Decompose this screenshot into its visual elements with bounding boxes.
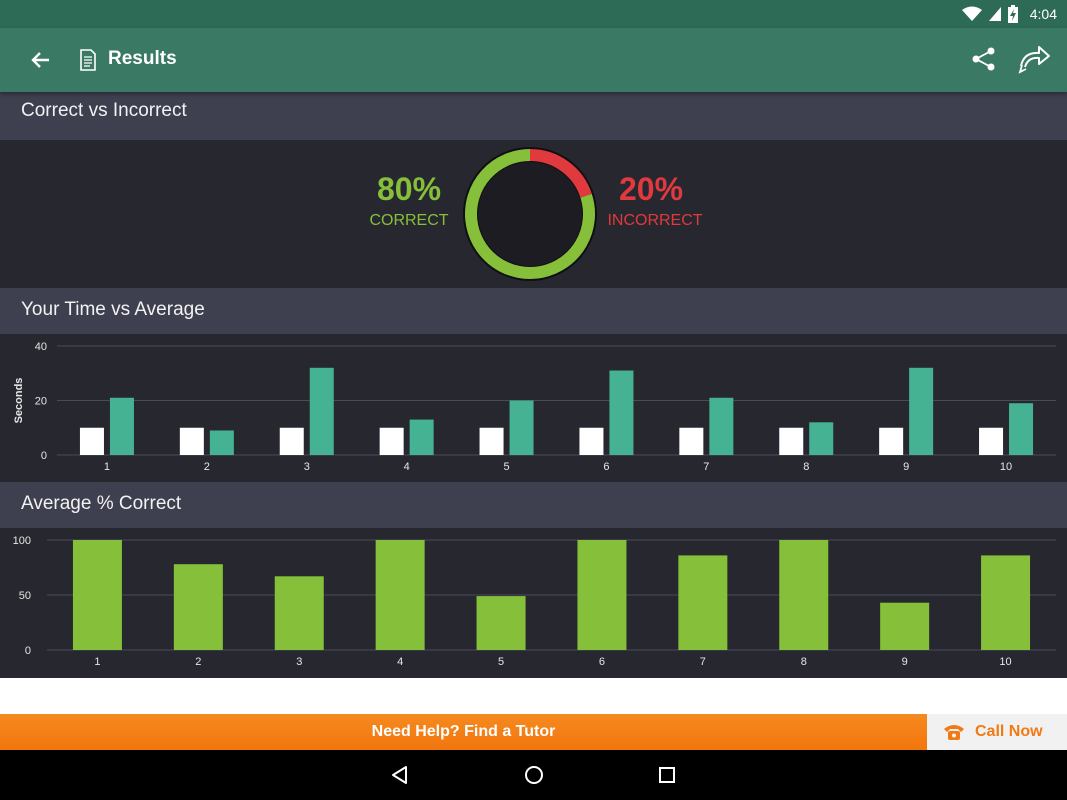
y-tick-label: 0 [41, 450, 47, 462]
call-now-button[interactable]: Call Now [927, 714, 1067, 750]
x-tick-label: 4 [404, 461, 410, 473]
bar [879, 427, 904, 455]
bar [173, 564, 223, 650]
correct-donut-chart [463, 147, 597, 281]
bar [375, 540, 425, 650]
x-tick-label: 3 [304, 461, 310, 473]
x-tick-label: 3 [296, 656, 302, 668]
y-tick-label: 0 [25, 645, 31, 657]
section-title: Your Time vs Average [21, 299, 205, 320]
average-correct-chart: 0 50 100 1 2 3 4 5 6 7 8 9 10 [13, 535, 1056, 668]
bar [72, 540, 122, 650]
y-tick-label: 40 [35, 341, 47, 353]
wifi-icon [961, 6, 982, 21]
y-tick-label: 50 [19, 590, 31, 602]
time-vs-average-chart: 0 20 40 Seconds 1 2 3 4 5 6 7 8 9 10 [13, 341, 1056, 473]
time-vs-average-header: Your Time vs Average [0, 288, 1067, 334]
average-correct-header: Average % Correct [0, 482, 1067, 528]
x-tick-label: 5 [498, 656, 504, 668]
bar [476, 596, 526, 650]
x-tick-label: 8 [801, 656, 807, 668]
bar [609, 370, 634, 455]
find-tutor-button[interactable]: Need Help? Find a Tutor [0, 714, 927, 750]
section-title: Average % Correct [21, 493, 182, 514]
bar [479, 427, 504, 455]
bar [309, 367, 334, 455]
y-tick-label: 100 [13, 535, 31, 547]
x-tick-label: 7 [700, 656, 706, 668]
correct-vs-incorrect-header: Correct vs Incorrect [0, 92, 1067, 140]
document-icon [80, 49, 96, 71]
bar [209, 430, 234, 455]
correct-percent: 80% [376, 171, 442, 207]
section-title: Correct vs Incorrect [21, 100, 187, 121]
bar [678, 555, 728, 650]
call-now-label: Call Now [975, 723, 1043, 740]
content-spacer [0, 678, 1067, 714]
correct-label: CORRECT [369, 212, 449, 229]
bar [909, 367, 934, 455]
bar [379, 427, 404, 455]
x-tick-label: 9 [903, 461, 909, 473]
x-tick-label: 1 [94, 656, 100, 668]
x-tick-label: 2 [195, 656, 201, 668]
bar [979, 427, 1004, 455]
bar [779, 540, 829, 650]
bar [577, 540, 627, 650]
bar [409, 419, 434, 455]
nav-recents-icon[interactable] [655, 764, 679, 786]
x-tick-label: 8 [803, 461, 809, 473]
bar [109, 397, 134, 455]
status-icons: 4:04 [961, 4, 1057, 24]
x-tick-label: 6 [603, 461, 609, 473]
phone-icon [944, 725, 964, 740]
find-tutor-label: Need Help? Find a Tutor [371, 723, 556, 740]
bar [679, 427, 704, 455]
x-tick-label: 2 [204, 461, 210, 473]
bar [809, 422, 834, 455]
arrow-back-icon[interactable] [28, 47, 54, 73]
bar [279, 427, 304, 455]
correct-vs-incorrect-panel: 80% CORRECT 20% INCORRECT [0, 140, 1067, 288]
donut-hole [478, 162, 582, 266]
average-correct-panel: 0 50 100 1 2 3 4 5 6 7 8 9 10 [0, 528, 1067, 678]
bar [79, 427, 104, 455]
bar [179, 427, 204, 455]
bar [709, 397, 734, 455]
y-axis-label: Seconds [13, 378, 25, 424]
signal-icon [988, 7, 1001, 21]
x-tick-label: 5 [503, 461, 509, 473]
page-title: Results [108, 48, 177, 69]
bar [509, 400, 534, 455]
x-tick-label: 9 [902, 656, 908, 668]
redo-arrow-icon[interactable] [1017, 42, 1051, 76]
x-tick-label: 1 [104, 461, 110, 473]
nav-back-icon[interactable] [388, 764, 412, 786]
x-tick-label: 4 [397, 656, 403, 668]
time-vs-average-panel: 0 20 40 Seconds 1 2 3 4 5 6 7 8 9 10 [0, 334, 1067, 482]
bar [880, 602, 930, 650]
nav-home-icon[interactable] [522, 764, 546, 786]
bar [981, 555, 1031, 650]
battery-charging-icon [1007, 5, 1018, 23]
incorrect-label: INCORRECT [607, 212, 703, 229]
x-tick-label: 6 [599, 656, 605, 668]
x-tick-label: 10 [1000, 461, 1012, 473]
bar [579, 427, 604, 455]
status-clock: 4:04 [1029, 6, 1057, 22]
bar [274, 576, 324, 650]
y-tick-label: 20 [35, 396, 47, 408]
x-tick-label: 10 [999, 656, 1011, 668]
incorrect-percent: 20% [618, 171, 684, 207]
system-nav-bar [0, 750, 1067, 800]
bar [1009, 403, 1034, 455]
x-tick-label: 7 [703, 461, 709, 473]
status-bar: 4:04 [0, 0, 1067, 28]
share-icon[interactable] [970, 45, 998, 73]
app-bar: Results [0, 28, 1067, 92]
bar [779, 427, 804, 455]
